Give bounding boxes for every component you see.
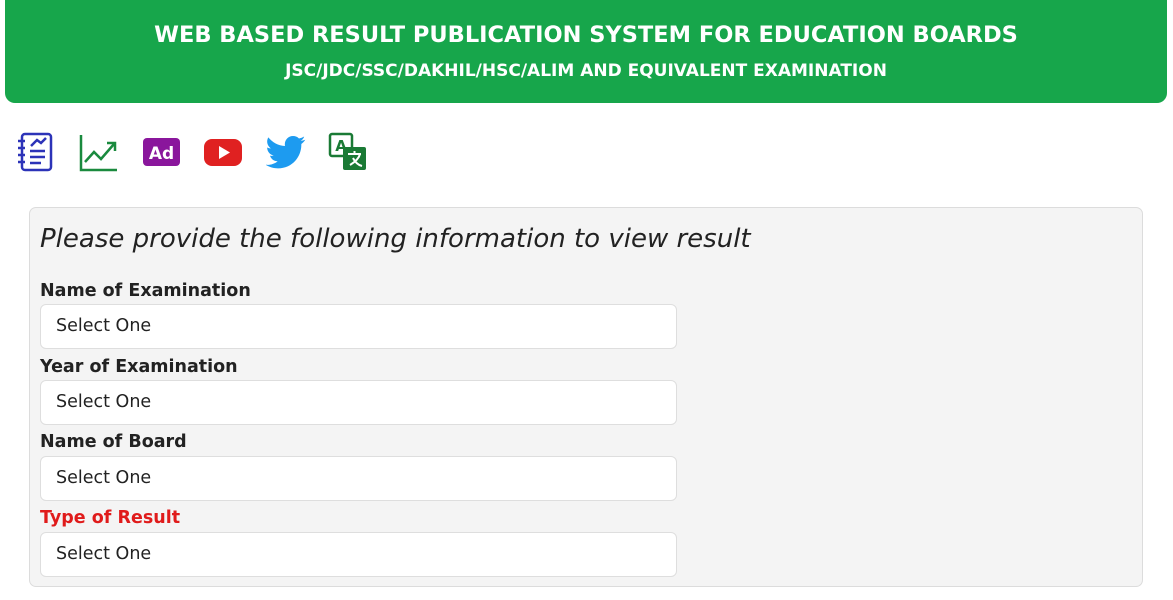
board-name-label: Name of Board (40, 432, 187, 452)
result-form-panel: Please provide the following information… (29, 207, 1143, 587)
notice-list-icon[interactable] (17, 132, 57, 172)
result-type-select[interactable]: Select One (40, 532, 677, 577)
statistics-chart-icon[interactable] (79, 132, 119, 172)
ad-icon[interactable]: Ad (142, 132, 182, 172)
header-banner: WEB BASED RESULT PUBLICATION SYSTEM FOR … (5, 0, 1167, 103)
exam-year-select[interactable]: Select One (40, 380, 677, 425)
exam-name-label: Name of Examination (40, 281, 251, 301)
board-name-select[interactable]: Select One (40, 456, 677, 501)
result-type-label: Type of Result (40, 508, 181, 528)
page-subtitle: JSC/JDC/SSC/DAKHIL/HSC/ALIM AND EQUIVALE… (285, 61, 887, 81)
translate-icon[interactable]: A (328, 132, 368, 172)
exam-name-select[interactable]: Select One (40, 304, 677, 349)
form-heading: Please provide the following information… (40, 224, 751, 254)
twitter-icon[interactable] (266, 132, 306, 172)
youtube-icon[interactable] (203, 132, 243, 172)
ad-label: Ad (149, 144, 174, 164)
page-title: WEB BASED RESULT PUBLICATION SYSTEM FOR … (154, 22, 1018, 48)
exam-year-label: Year of Examination (40, 357, 238, 377)
